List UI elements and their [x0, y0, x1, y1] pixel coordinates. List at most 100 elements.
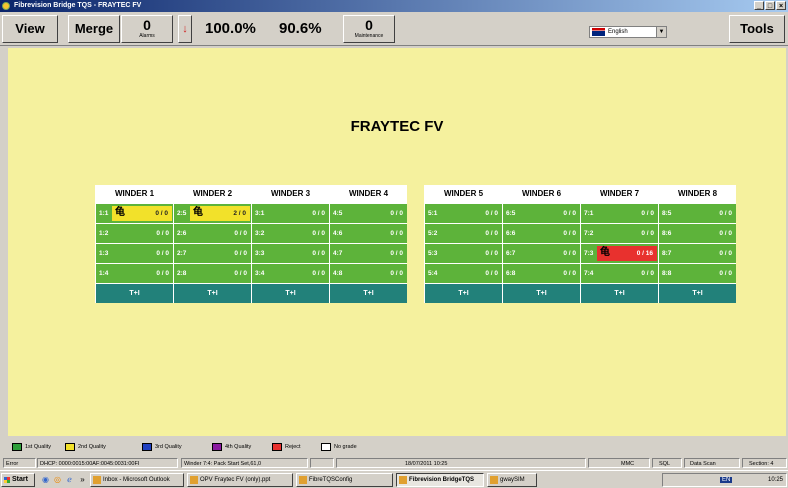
- taskbar-task-button[interactable]: OPV Fraytec FV (only).ppt: [187, 473, 293, 487]
- winder-tplusi-button[interactable]: T+I: [174, 284, 251, 303]
- quicklaunch-folder-icon[interactable]: ◎: [52, 473, 63, 486]
- status-bar: Error DHCP: 0000:0015:00AF:0045:0031:00F…: [0, 457, 788, 469]
- winder-position[interactable]: 2:8 0 / 0: [174, 264, 251, 283]
- winder-position[interactable]: 6:5 0 / 0: [503, 204, 580, 223]
- winder-position[interactable]: 6:8 0 / 0: [503, 264, 580, 283]
- legend-swatch-icon: [212, 443, 222, 451]
- winder-position[interactable]: 5:1 0 / 0: [425, 204, 502, 223]
- position-alert[interactable]: ⻳ 2 / 0: [190, 206, 250, 221]
- winder-tplusi-button[interactable]: T+I: [425, 284, 502, 303]
- minimize-button[interactable]: _: [754, 1, 764, 10]
- winder-tplusi-button[interactable]: T+I: [96, 284, 173, 303]
- winder-position[interactable]: 5:4 0 / 0: [425, 264, 502, 283]
- winder-position[interactable]: 5:2 0 / 0: [425, 224, 502, 243]
- winder-position[interactable]: 2:5 ⻳ 2 / 0: [174, 204, 251, 223]
- winder-position[interactable]: 4:6 0 / 0: [330, 224, 407, 243]
- alarms-button[interactable]: 0 Alarms: [121, 15, 173, 43]
- winder-position[interactable]: 1:1 ⻳ 0 / 0: [96, 204, 173, 223]
- winder-header[interactable]: WINDER 6: [503, 185, 580, 203]
- maintenance-button[interactable]: 0 Maintenance: [343, 15, 395, 43]
- winder-tplusi-button[interactable]: T+I: [659, 284, 736, 303]
- winder-position[interactable]: 6:7 0 / 0: [503, 244, 580, 263]
- winder-position[interactable]: 4:7 0 / 0: [330, 244, 407, 263]
- winder-position[interactable]: 8:7 0 / 0: [659, 244, 736, 263]
- quicklaunch-ie-icon[interactable]: ◉: [40, 473, 51, 486]
- taskbar: Start ◉ ◎ ℯ » Inbox - Microsoft Outlook O…: [0, 470, 788, 488]
- position-id: 7:2: [584, 230, 594, 237]
- winder-column: WINDER 5 5:1 0 / 0 5:2 0 / 0 5:3 0 / 0 5:4 0 / 0…: [424, 185, 502, 303]
- winder-position[interactable]: 5:3 0 / 0: [425, 244, 502, 263]
- position-id: 5:1: [428, 210, 438, 217]
- taskbar-task-button[interactable]: FibreTQSConfig: [296, 473, 393, 487]
- position-id: 5:4: [428, 270, 438, 277]
- start-button[interactable]: Start: [1, 473, 35, 487]
- alarms-label: Alarms: [139, 33, 155, 39]
- status-mmc: MMC: [588, 458, 650, 468]
- winder-header[interactable]: WINDER 1: [96, 185, 173, 203]
- quicklaunch-browser-icon[interactable]: ℯ: [64, 473, 75, 486]
- taskbar-task-button[interactable]: gwaySIM: [487, 473, 537, 487]
- position-count: 0 / 0: [485, 230, 498, 237]
- language-select[interactable]: English ▼: [589, 26, 667, 38]
- winder-position[interactable]: 1:2 0 / 0: [96, 224, 173, 243]
- winder-position[interactable]: 7:1 0 / 0: [581, 204, 658, 223]
- winder-position[interactable]: 1:3 0 / 0: [96, 244, 173, 263]
- winder-position[interactable]: 7:4 0 / 0: [581, 264, 658, 283]
- language-indicator[interactable]: EN: [719, 477, 733, 483]
- position-id: 3:1: [255, 210, 265, 217]
- winder-position[interactable]: 7:2 0 / 0: [581, 224, 658, 243]
- winder-position[interactable]: 4:8 0 / 0: [330, 264, 407, 283]
- yarn-fault-icon: ⻳: [600, 247, 610, 258]
- winder-header[interactable]: WINDER 5: [425, 185, 502, 203]
- winder-position[interactable]: 8:6 0 / 0: [659, 224, 736, 243]
- status-datetime: 18/07/2011 10:25: [336, 458, 586, 468]
- position-count: 0 / 0: [390, 230, 403, 237]
- yarn-fault-icon: ⻳: [115, 207, 125, 218]
- winder-column: WINDER 7 7:1 0 / 0 7:2 0 / 0 7:3 ⻳ 0 / 16 7:4 0 /…: [580, 185, 658, 303]
- winder-position[interactable]: 8:8 0 / 0: [659, 264, 736, 283]
- position-id: 1:2: [99, 230, 109, 237]
- winder-position[interactable]: 7:3 ⻳ 0 / 16: [581, 244, 658, 263]
- winder-position[interactable]: 3:2 0 / 0: [252, 224, 329, 243]
- merge-button[interactable]: Merge: [68, 15, 120, 43]
- winder-tplusi-button[interactable]: T+I: [252, 284, 329, 303]
- position-id: 4:6: [333, 230, 343, 237]
- winder-header[interactable]: WINDER 7: [581, 185, 658, 203]
- winder-tplusi-button[interactable]: T+I: [330, 284, 407, 303]
- close-button[interactable]: ×: [776, 1, 786, 10]
- task-label: OPV Fraytec FV (only).ppt: [200, 477, 271, 483]
- winder-header[interactable]: WINDER 4: [330, 185, 407, 203]
- taskbar-task-button[interactable]: Inbox - Microsoft Outlook: [90, 473, 184, 487]
- winder-position[interactable]: 4:5 0 / 0: [330, 204, 407, 223]
- position-alert[interactable]: ⻳ 0 / 0: [112, 206, 172, 221]
- maintenance-count: 0: [365, 17, 373, 33]
- winder-tplusi-button[interactable]: T+I: [581, 284, 658, 303]
- view-button[interactable]: View: [2, 15, 58, 43]
- winder-header[interactable]: WINDER 2: [174, 185, 251, 203]
- winder-position[interactable]: 2:7 0 / 0: [174, 244, 251, 263]
- winder-position[interactable]: 6:6 0 / 0: [503, 224, 580, 243]
- quicklaunch-more-icon[interactable]: »: [77, 473, 88, 486]
- position-count: 0 / 0: [485, 210, 498, 217]
- position-alert[interactable]: ⻳ 0 / 16: [597, 246, 657, 261]
- winder-header[interactable]: WINDER 3: [252, 185, 329, 203]
- position-count: 0 / 0: [641, 230, 654, 237]
- winder-position[interactable]: 3:3 0 / 0: [252, 244, 329, 263]
- winder-position[interactable]: 3:4 0 / 0: [252, 264, 329, 283]
- taskbar-task-button[interactable]: Fibrevision BridgeTQS: [396, 473, 484, 487]
- winder-header[interactable]: WINDER 8: [659, 185, 736, 203]
- position-id: 5:2: [428, 230, 438, 237]
- tools-button[interactable]: Tools: [729, 15, 785, 43]
- maximize-button[interactable]: □: [765, 1, 775, 10]
- winder-position[interactable]: 3:1 0 / 0: [252, 204, 329, 223]
- task-icon: [190, 476, 198, 484]
- chevron-down-icon[interactable]: ▼: [656, 27, 666, 37]
- task-icon: [93, 476, 101, 484]
- winder-position[interactable]: 2:6 0 / 0: [174, 224, 251, 243]
- winder-tplusi-button[interactable]: T+I: [503, 284, 580, 303]
- position-id: 2:8: [177, 270, 187, 277]
- winder-position[interactable]: 1:4 0 / 0: [96, 264, 173, 283]
- winder-position[interactable]: 8:5 0 / 0: [659, 204, 736, 223]
- trend-down-icon[interactable]: ↓: [178, 15, 192, 43]
- legend-label: 1st Quality: [25, 444, 51, 450]
